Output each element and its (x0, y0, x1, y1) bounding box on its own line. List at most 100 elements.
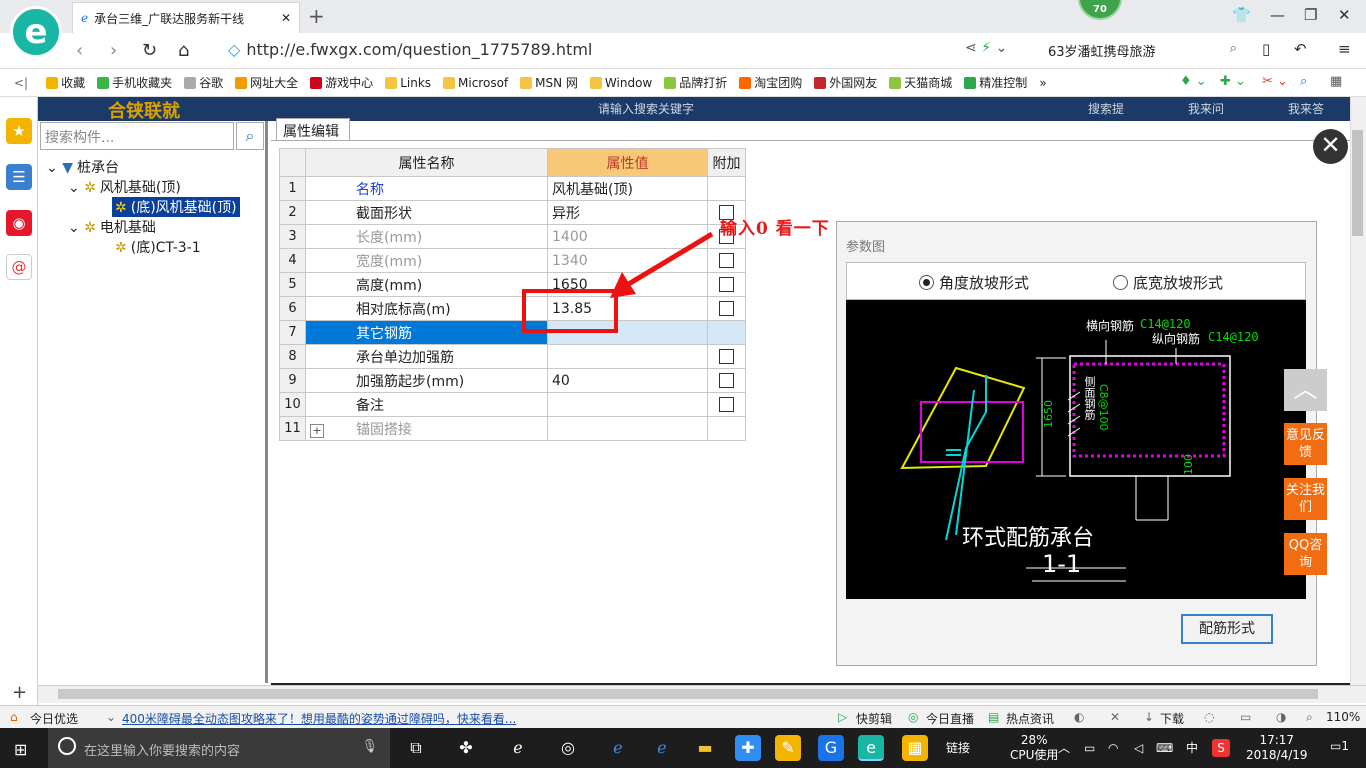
property-row[interactable]: 8 承台单边加强筋 (279, 344, 746, 369)
extra-checkbox[interactable] (719, 349, 734, 364)
cut-icon[interactable]: ✂ ⌄ (1262, 74, 1288, 89)
kuaijianji-link[interactable]: 快剪辑 (856, 710, 892, 727)
tree-node-motor[interactable]: ⌄ ✲ 电机基础 (68, 217, 156, 237)
shirt-icon[interactable]: 👕 (1232, 6, 1251, 24)
news-link[interactable]: 400米障碍最全动态图攻略来了！想用最酷的姿势通过障碍吗，快来看看... (122, 710, 516, 727)
property-value-cell[interactable] (547, 392, 708, 417)
addon-icon[interactable]: ✚ ⌄ (1220, 74, 1246, 89)
live-link[interactable]: 今日直播 (926, 710, 974, 727)
menu-icon[interactable]: ≡ (1338, 40, 1351, 58)
clock[interactable]: 17:17 2018/4/19 (1246, 733, 1308, 763)
url-field[interactable]: ◇ http://e.fwxgx.com/question_1775789.htm… (228, 40, 592, 59)
tree-node-fan-bottom[interactable]: ✲ (底)风机基础(顶) (112, 197, 240, 217)
zoom-level[interactable]: 110% (1326, 710, 1360, 724)
restore-icon[interactable]: ❐ (1304, 6, 1317, 24)
extra-checkbox[interactable] (719, 397, 734, 412)
site-search-placeholder[interactable]: 请输入搜索关键字 (598, 100, 694, 117)
tools-icon[interactable]: ✕ (1110, 710, 1120, 724)
share-icon[interactable]: ⋖ ⚡ ⌄ (965, 40, 1007, 56)
bookmark-item[interactable]: 精准控制 (964, 74, 1027, 91)
rebar-form-button[interactable]: 配筋形式 (1181, 614, 1273, 644)
window-icon[interactable]: ▭ (1240, 710, 1251, 724)
property-value-cell[interactable]: 风机基础(顶) (547, 176, 708, 201)
tree-node-root[interactable]: ⌄ ▼ 桩承台 (46, 157, 119, 177)
edge-icon[interactable]: ℯ (505, 735, 531, 761)
bookmark-item[interactable]: 外国网友 (814, 74, 877, 91)
wifi-icon[interactable]: ◠ (1108, 741, 1118, 756)
windows-start-icon[interactable]: ⊞ (14, 740, 27, 759)
browser-logo-icon[interactable]: e (10, 6, 62, 58)
bookmark-item[interactable]: 谷歌 (184, 74, 223, 91)
browser-tab[interactable]: ℯ 承台三维_广联达服务新干线 ✕ (72, 2, 300, 33)
bookmark-item[interactable]: 淘宝团购 (739, 74, 802, 91)
forward-icon[interactable]: › (110, 40, 117, 61)
property-name-cell[interactable]: 加强筋起步(mm) (305, 368, 548, 393)
property-name-cell[interactable]: 长度(mm) (305, 224, 548, 249)
browser-taskbar-icon[interactable]: e (858, 735, 884, 761)
extra-checkbox[interactable] (719, 253, 734, 268)
property-name-cell[interactable]: 相对底标高(m) (305, 296, 548, 321)
sogou-icon[interactable]: S (1212, 739, 1230, 757)
property-name-cell[interactable]: 备注 (305, 392, 548, 417)
bookmark-item[interactable]: 游戏中心 (310, 74, 373, 91)
new-tab-button[interactable]: + (308, 4, 325, 28)
horizontal-scroll-thumb[interactable] (58, 689, 1318, 699)
volume-icon[interactable]: ◁ (1134, 741, 1143, 756)
qq-consult-button[interactable]: QQ咨询 (1284, 533, 1327, 575)
minimize-icon[interactable]: — (1270, 6, 1285, 24)
theme-icon[interactable]: ◑ (1276, 710, 1286, 724)
calendar-app-icon[interactable]: ▦ (902, 735, 928, 761)
fan-app-icon[interactable]: ✤ (453, 735, 479, 761)
grid-icon[interactable]: ▦ (1330, 74, 1342, 89)
tree-search-input[interactable]: 搜索构件... (40, 122, 234, 150)
weibo-icon[interactable]: ◉ (6, 210, 32, 236)
home-icon[interactable]: ⌂ (178, 40, 189, 61)
tab-property-edit[interactable]: 属性编辑 (276, 118, 350, 140)
property-value-cell[interactable]: 40 (547, 368, 708, 393)
phone-icon[interactable]: ▯ (1262, 40, 1270, 58)
tray-chevron-icon[interactable]: ︿ (1058, 741, 1070, 756)
property-name-cell[interactable]: 高度(mm) (305, 272, 548, 297)
tree-node-fan[interactable]: ⌄ ✲ 风机基础(顶) (68, 177, 181, 197)
property-row[interactable]: 11 + 锚固搭接 (279, 416, 746, 441)
property-row[interactable]: 9 加强筋起步(mm) 40 (279, 368, 746, 393)
follow-us-button[interactable]: 关注我们 (1284, 478, 1327, 520)
collapse-icon[interactable]: ⌄ (68, 220, 84, 236)
property-row[interactable]: 7 其它钢筋 (279, 320, 746, 345)
tab-close-icon[interactable]: ✕ (281, 11, 291, 25)
extra-checkbox[interactable] (719, 301, 734, 316)
hot-news-link[interactable]: 热点资讯 (1006, 710, 1054, 727)
bookmark-toggle-icon[interactable]: <| (14, 76, 28, 90)
bookmark-item[interactable]: 品牌打折 (664, 74, 727, 91)
expand-icon[interactable]: + (310, 423, 324, 438)
sound-icon[interactable]: ◌ (1204, 710, 1214, 724)
property-value-cell[interactable]: 异形 (547, 200, 708, 225)
browser-search-input[interactable]: 63岁潘虹携母旅游 ⌕ (1040, 38, 1245, 62)
notification-icon[interactable]: ▭1 (1330, 739, 1349, 754)
property-name-cell[interactable]: + 锚固搭接 (305, 416, 548, 441)
undo-icon[interactable]: ↶ (1294, 40, 1307, 58)
bookmark-item[interactable]: 网址大全 (235, 74, 298, 91)
window-close-icon[interactable]: ✕ (1338, 6, 1351, 24)
close-icon[interactable]: ✕ (1313, 129, 1348, 164)
ime-mode[interactable]: 中 (1186, 741, 1198, 756)
taskbar-search-input[interactable]: 在这里输入你要搜索的内容 🎙 (48, 728, 390, 768)
task-view-icon[interactable]: ⧉ (403, 735, 429, 761)
ie-taskbar-icon[interactable]: ℯ (649, 735, 675, 761)
g-app-icon[interactable]: G (818, 735, 844, 761)
shield-icon[interactable]: ♦ ⌄ (1180, 74, 1207, 89)
notes-app-icon[interactable]: ✎ (775, 735, 801, 761)
bookmark-item[interactable]: 收藏 (46, 74, 85, 91)
property-name-cell[interactable]: 承台单边加强筋 (305, 344, 548, 369)
file-explorer-icon[interactable]: ▬ (692, 735, 718, 761)
bookmark-item[interactable]: Window (589, 74, 652, 91)
radio-angle-slope[interactable]: 角度放坡形式 (919, 272, 1029, 293)
ask-button[interactable]: 我来问 (1188, 100, 1224, 117)
bookmark-item[interactable]: Links (385, 74, 431, 91)
property-row[interactable]: 1 名称 风机基础(顶) (279, 176, 746, 201)
links-toolbar[interactable]: 链接 (946, 741, 970, 756)
email-icon[interactable]: @ (6, 254, 32, 280)
property-value-cell[interactable] (547, 416, 708, 441)
today-picks[interactable]: 今日优选 (30, 710, 78, 727)
edge-blue-icon[interactable]: ℯ (605, 735, 631, 761)
